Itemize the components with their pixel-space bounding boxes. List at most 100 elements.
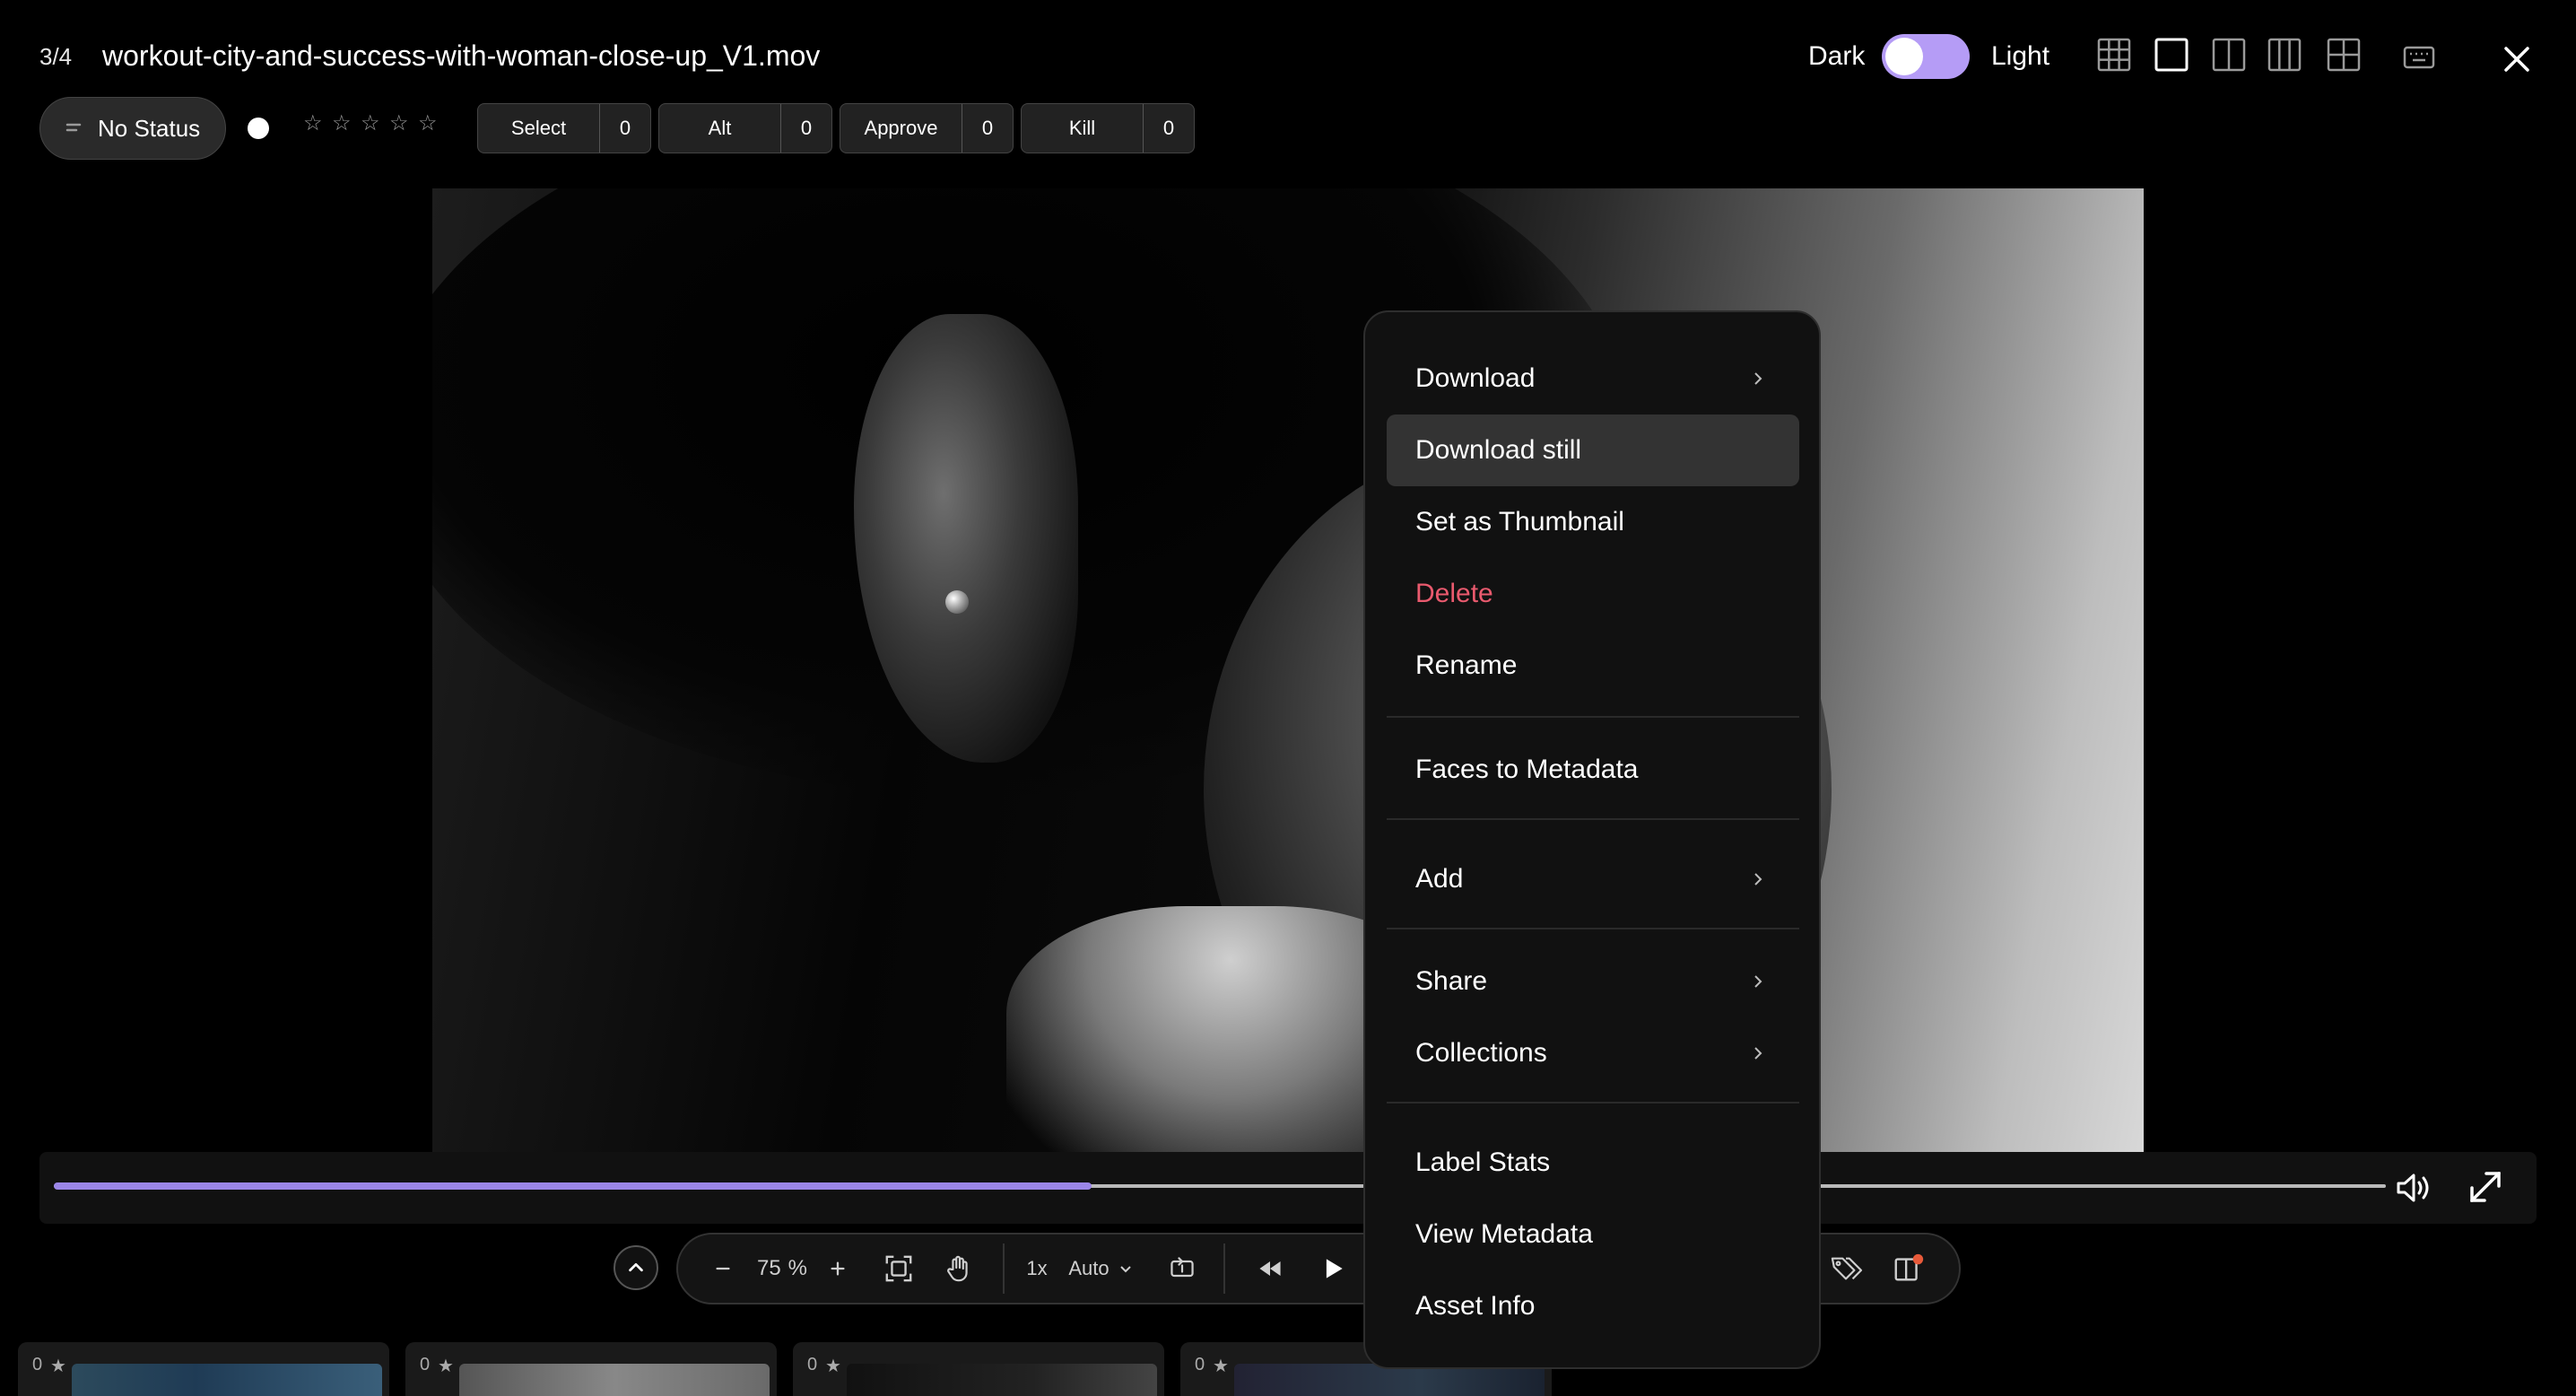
star-icon: ★	[438, 1357, 454, 1376]
theme-toggle[interactable]	[1882, 34, 1970, 79]
grid-layout-icon[interactable]	[2097, 38, 2131, 72]
menu-item-label: Delete	[1415, 579, 1493, 608]
single-layout-icon[interactable]	[2154, 38, 2189, 72]
menu-item-download-still[interactable]: Download still	[1387, 414, 1799, 486]
zoom-in-icon[interactable]	[822, 1249, 854, 1288]
status-icon	[64, 118, 83, 138]
star-2-icon[interactable]: ☆	[332, 113, 353, 135]
zoom-level[interactable]: 75%	[750, 1249, 814, 1288]
tags-icon[interactable]	[1826, 1249, 1866, 1288]
pan-hand-icon[interactable]	[940, 1249, 979, 1288]
menu-item-label-stats[interactable]: Label Stats	[1387, 1127, 1799, 1199]
zoom-unit: %	[788, 1256, 808, 1280]
menu-item-label: Set as Thumbnail	[1415, 507, 1624, 537]
menu-item-collections[interactable]: Collections	[1387, 1017, 1799, 1089]
menu-divider	[1387, 1102, 1799, 1104]
menu-item-rename[interactable]: Rename	[1387, 630, 1799, 702]
menu-item-label: Add	[1415, 864, 1464, 894]
thumbnail-1[interactable]: 0 ★	[18, 1342, 389, 1396]
play-icon[interactable]	[1313, 1249, 1353, 1288]
label-select-name: Select	[510, 117, 567, 139]
star-4-icon[interactable]: ☆	[389, 113, 411, 135]
label-approve-button[interactable]: Approve 0	[840, 103, 1014, 153]
split-two-layout-icon[interactable]	[2212, 38, 2246, 72]
fullscreen-icon[interactable]	[2465, 1166, 2506, 1208]
menu-item-label: View Metadata	[1415, 1219, 1593, 1249]
thumbnail-2[interactable]: 0 ★	[405, 1342, 777, 1396]
menu-item-set-thumbnail[interactable]: Set as Thumbnail	[1387, 486, 1799, 558]
theme-toggle-knob	[1885, 38, 1923, 75]
menu-item-label: Collections	[1415, 1038, 1547, 1068]
quad-layout-icon[interactable]	[2327, 38, 2361, 72]
chevron-down-icon	[1119, 1266, 1131, 1273]
menu-item-label: Asset Info	[1415, 1291, 1536, 1321]
chevron-right-icon	[1754, 975, 1762, 988]
loop-icon[interactable]	[1162, 1249, 1202, 1288]
collapse-filmstrip-button[interactable]	[614, 1245, 658, 1290]
timeline-bar	[39, 1152, 2537, 1224]
keyboard-icon[interactable]	[2402, 41, 2436, 74]
menu-item-label: Label Stats	[1415, 1147, 1551, 1177]
menu-item-faces-to-metadata[interactable]: Faces to Metadata	[1387, 734, 1799, 806]
menu-item-label: Download still	[1415, 435, 1582, 465]
label-approve-count: 0	[962, 104, 1013, 153]
label-select-button[interactable]: Select 0	[477, 103, 651, 153]
controls-divider	[1003, 1243, 1005, 1294]
quality-value: Auto	[1068, 1257, 1110, 1279]
panel-toggle-icon[interactable]	[1889, 1249, 1928, 1288]
split-three-layout-icon[interactable]	[2267, 38, 2302, 72]
star-3-icon[interactable]: ☆	[361, 113, 382, 135]
timeline-progress[interactable]	[54, 1182, 1092, 1190]
zoom-value: 75	[756, 1256, 781, 1280]
label-approve-name: Approve	[864, 117, 938, 139]
label-kill-button[interactable]: Kill 0	[1021, 103, 1195, 153]
star-icon: ★	[50, 1357, 66, 1376]
menu-item-label: Faces to Metadata	[1415, 755, 1639, 784]
label-select-count: 0	[599, 104, 650, 153]
chevron-right-icon	[1754, 372, 1762, 385]
menu-item-view-metadata[interactable]: View Metadata	[1387, 1199, 1799, 1270]
menu-item-share[interactable]: Share	[1387, 946, 1799, 1017]
close-icon[interactable]	[2499, 41, 2535, 77]
star-icon: ★	[825, 1357, 841, 1376]
thumbnail-rating: 0	[807, 1355, 818, 1374]
thumbnail-image	[459, 1364, 770, 1396]
fit-to-screen-icon[interactable]	[879, 1249, 918, 1288]
menu-item-add[interactable]: Add	[1387, 843, 1799, 915]
thumbnail-image	[847, 1364, 1157, 1396]
label-alt-count: 0	[780, 104, 831, 153]
zoom-out-icon[interactable]	[707, 1249, 739, 1288]
rating-stars: ☆ ☆ ☆ ☆ ☆	[303, 113, 439, 135]
volume-icon[interactable]	[2393, 1168, 2432, 1208]
thumbnail-rating: 0	[420, 1355, 431, 1374]
menu-divider	[1387, 818, 1799, 820]
theme-dark-label: Dark	[1808, 41, 1866, 71]
menu-item-asset-info[interactable]: Asset Info	[1387, 1270, 1799, 1342]
asset-counter: 3/4	[39, 43, 73, 70]
label-alt-name: Alt	[708, 117, 732, 139]
label-alt-button[interactable]: Alt 0	[658, 103, 832, 153]
menu-divider	[1387, 928, 1799, 929]
asset-filename: workout-city-and-success-with-woman-clos…	[102, 39, 821, 72]
label-kill-count: 0	[1143, 104, 1194, 153]
menu-item-download[interactable]: Download	[1387, 343, 1799, 414]
star-icon: ★	[1213, 1357, 1229, 1376]
thumbnail-rating: 0	[32, 1355, 43, 1374]
video-frame[interactable]	[432, 188, 2144, 1152]
chevron-right-icon	[1754, 873, 1762, 886]
quality-select[interactable]: Auto	[1060, 1249, 1141, 1288]
status-label: No Status	[98, 114, 201, 142]
color-label-dot[interactable]	[248, 118, 269, 139]
menu-item-delete[interactable]: Delete	[1387, 558, 1799, 630]
rewind-icon[interactable]	[1250, 1249, 1290, 1288]
theme-light-label: Light	[1991, 41, 2050, 71]
star-5-icon[interactable]: ☆	[418, 113, 439, 135]
playback-speed[interactable]: 1x	[1019, 1249, 1055, 1288]
star-1-icon[interactable]: ☆	[303, 113, 325, 135]
thumbnail-3[interactable]: 0 ★	[793, 1342, 1164, 1396]
status-button[interactable]: No Status	[39, 97, 226, 160]
thumbnail-image	[72, 1364, 382, 1396]
label-kill-name: Kill	[1068, 117, 1096, 139]
controls-divider	[1223, 1243, 1225, 1294]
menu-item-label: Download	[1415, 363, 1536, 393]
